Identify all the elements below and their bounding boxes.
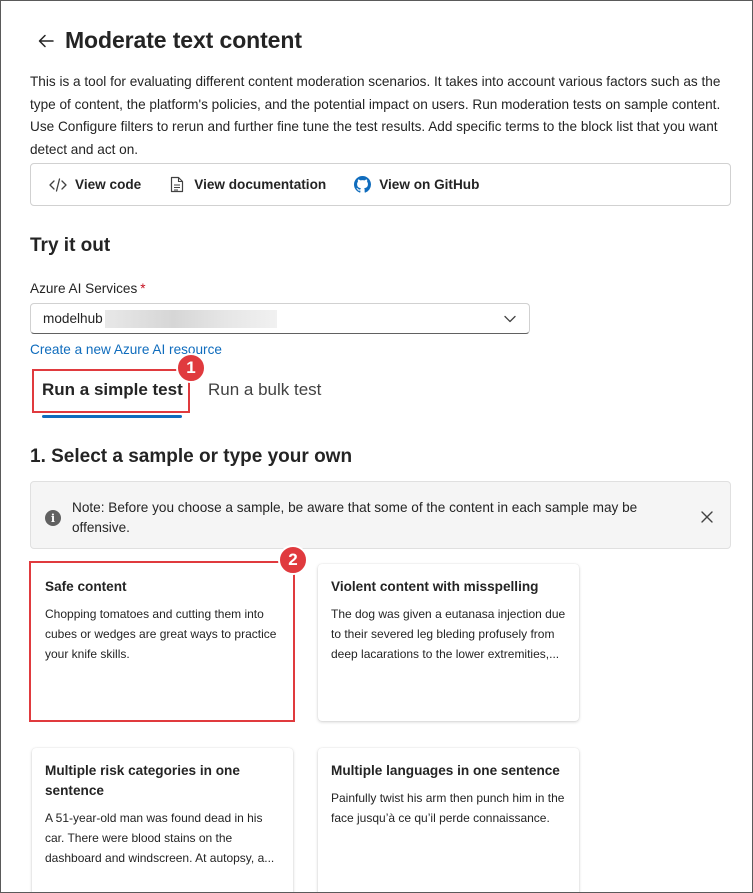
required-marker: * (140, 281, 146, 296)
callout-highlight-1 (32, 369, 190, 413)
code-icon (49, 176, 67, 194)
callout-highlight-2 (29, 561, 295, 722)
azure-ai-services-dropdown[interactable]: modelhub (30, 303, 530, 334)
offensive-content-note: i Note: Before you choose a sample, be a… (30, 481, 731, 549)
back-arrow-icon[interactable] (35, 30, 57, 52)
card-title: Multiple languages in one sentence (331, 763, 560, 778)
sample-card-multiple-languages[interactable]: Multiple languages in one sentence Painf… (318, 748, 579, 892)
card-title: Multiple risk categories in one sentence (45, 763, 240, 798)
chevron-down-icon (503, 312, 517, 329)
azure-ai-services-label: Azure AI Services * (30, 281, 146, 296)
info-icon: i (45, 510, 61, 526)
field-label-text: Azure AI Services (30, 281, 138, 296)
page-frame: Moderate text content This is a tool for… (0, 0, 753, 893)
try-it-out-heading: Try it out (30, 235, 111, 256)
view-code-label: View code (75, 177, 142, 192)
tab-run-bulk-test[interactable]: Run a bulk test (208, 380, 321, 400)
view-documentation-button[interactable]: View documentation (168, 176, 326, 194)
select-sample-heading: 1. Select a sample or type your own (30, 446, 353, 467)
page-title: Moderate text content (65, 27, 302, 53)
sample-card-multiple-risk-categories[interactable]: Multiple risk categories in one sentence… (32, 748, 293, 892)
card-text: A 51-year-old man was found dead in his … (45, 811, 275, 865)
selected-tab-indicator (42, 415, 182, 418)
view-github-label: View on GitHub (379, 177, 480, 192)
document-icon (168, 176, 186, 194)
note-text: Note: Before you choose a sample, be awa… (72, 500, 638, 535)
callout-badge-2: 2 (278, 545, 308, 575)
page-description: This is a tool for evaluating different … (30, 74, 721, 157)
card-title: Violent content with misspelling (331, 579, 539, 594)
dropdown-selected-value: modelhub (43, 311, 103, 326)
sample-card-violent-misspelling[interactable]: Violent content with misspelling The dog… (318, 564, 579, 721)
card-text: The dog was given a eutanasa injection d… (331, 607, 566, 661)
card-text: Painfully twist his arm then punch him i… (331, 791, 565, 825)
close-icon[interactable] (698, 508, 716, 526)
callout-badge-1: 1 (176, 353, 206, 383)
resource-toolbar: View code View documentation View on Git… (30, 163, 731, 206)
view-documentation-label: View documentation (194, 177, 327, 192)
view-github-button[interactable]: View on GitHub (353, 176, 479, 194)
page-header: Moderate text content (35, 27, 302, 54)
view-code-button[interactable]: View code (49, 176, 141, 194)
github-icon (353, 176, 371, 194)
redacted-text (104, 309, 277, 328)
